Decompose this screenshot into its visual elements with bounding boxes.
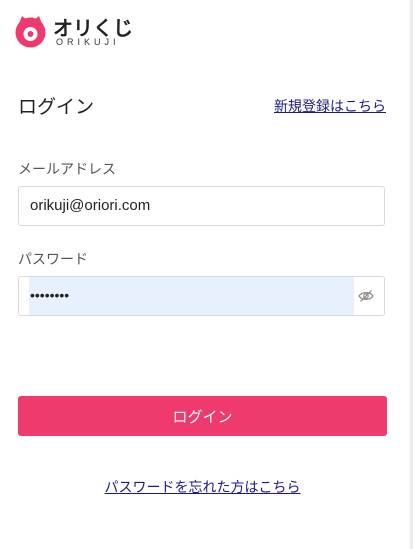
email-label: メールアドレス xyxy=(18,162,116,178)
page-title: ログイン xyxy=(18,96,95,118)
cat-face-logo-icon xyxy=(15,16,46,48)
password-value: •••••••• xyxy=(30,287,70,303)
login-button[interactable]: ログイン xyxy=(18,396,387,436)
eye-slash-icon[interactable] xyxy=(358,289,374,303)
password-label: パスワード xyxy=(18,252,88,268)
email-field[interactable]: orikuji@oriori.com xyxy=(18,186,385,226)
forgot-password-link[interactable]: パスワードを忘れた方はこちら xyxy=(0,477,405,497)
brand-subtitle: ORIKUJI xyxy=(56,37,120,47)
password-autofill: •••••••• xyxy=(29,277,354,315)
password-field[interactable]: •••••••• xyxy=(18,276,385,316)
register-link[interactable]: 新規登録はこちら xyxy=(274,96,386,116)
email-value: orikuji@oriori.com xyxy=(30,197,151,214)
